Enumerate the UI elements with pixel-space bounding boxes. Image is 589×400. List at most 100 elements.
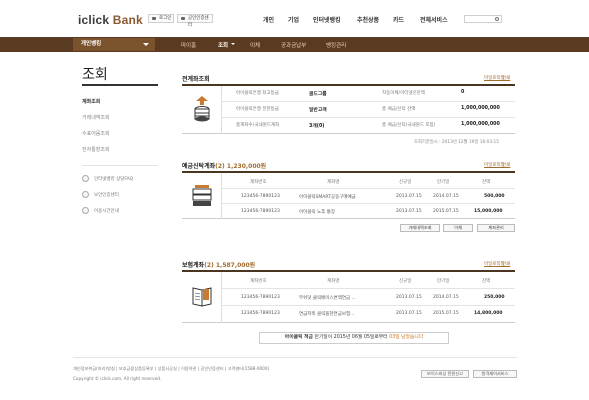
topnav-internet-banking[interactable]: 인터넷뱅킹 (313, 15, 341, 24)
insurance-amount: 1,587,000원 (215, 262, 256, 269)
deposit-print-link[interactable]: 인쇄 (502, 162, 510, 168)
login-button[interactable]: 로그인 (148, 14, 174, 23)
deposit-section-title: 예금신탁계좌(2) 1,230,000원 (182, 163, 267, 170)
remote-control-button[interactable]: 원격제어서비스 (473, 370, 517, 378)
notice-days: 03일 남았습니다 (389, 335, 424, 340)
menu-item-banking-mgmt[interactable]: 뱅킹관리 (326, 41, 346, 49)
insurance-row1-account[interactable]: 123456-7890123 (241, 295, 280, 300)
insurance-row1-open: 2013.07.15 (396, 295, 422, 300)
auto-transfer-label: 자동이체/이터넷신잔액 (382, 91, 425, 96)
banking-dropdown[interactable]: 개인뱅킹 (73, 38, 155, 51)
brand-part2: Bank (109, 13, 143, 27)
deposit-row1-maturity: 2014.07.15 (433, 194, 459, 199)
icon-cell (182, 272, 222, 323)
ins-col-header-balance: 잔액 (482, 279, 491, 284)
search-icon (495, 17, 499, 21)
deposit-amount: 1,230,000원 (226, 163, 267, 170)
chevron-down-icon (143, 43, 149, 46)
brand-logo[interactable]: iclick Bank (78, 13, 143, 27)
sidebar-item-ebook[interactable]: 전자통장조회 (82, 146, 110, 153)
deposit-row1-balance: 500,000 (484, 194, 505, 199)
col-header-maturity: 만기일 (437, 180, 450, 185)
search-input[interactable] (464, 15, 502, 23)
ins-col-header-account-name: 계좌명 (327, 279, 340, 284)
insurance-row2-maturity: 2015.07.15 (433, 311, 459, 316)
topnav-personal[interactable]: 개인 (263, 15, 274, 24)
faq-icon (82, 175, 89, 182)
document-stack-icon (192, 185, 212, 206)
insurance-row1-name[interactable]: 부쉬덧 클릭배이스변액연금 ... (299, 295, 356, 301)
grade-value: 일반고객 (309, 108, 327, 113)
total-balance-label: 총 예금/신탁 잔액 (382, 107, 416, 112)
topnav-card[interactable]: 카드 (393, 15, 404, 24)
icon-cell (182, 173, 222, 219)
deposit-row2-maturity: 2015.07.15 (433, 209, 459, 214)
deposit-count: (2) (215, 163, 225, 170)
timestamp: 조회기준일시 : 2013년 12월 19일 16:03:15 (414, 140, 500, 145)
tier-value: 골드그룹 (309, 92, 327, 97)
voice-phishing-report-button[interactable]: 보이스피싱 민원신고 (421, 370, 469, 378)
insurance-row2-name[interactable]: 연금저축 클릭플한연금보험... (299, 311, 354, 317)
sidebar-link-faq[interactable]: 인터넷뱅킹 상담FAQ (82, 175, 133, 182)
ins-col-header-open-date: 신규일 (399, 279, 412, 284)
insurance-count: (2) (204, 262, 214, 269)
sidebar-link-security[interactable]: 보안인증센터 (82, 191, 119, 198)
total-incl-value: 1,000,000,000 (461, 122, 500, 127)
insurance-row1-maturity: 2014.07.15 (433, 295, 459, 300)
total-incl-label: 총 예금/신탁(국내원드 포함) (382, 123, 436, 128)
topnav-recommended[interactable]: 추천상품 (357, 15, 379, 24)
transaction-history-button[interactable]: 거래내역조회 (400, 224, 440, 232)
tier-label: 아이클릭은행 최고등급 (236, 91, 279, 96)
deposit-row2-balance: 15,000,000 (474, 209, 503, 214)
sidebar-item-checks[interactable]: 수표어음조회 (82, 130, 110, 137)
menu-item-inquiry[interactable]: 조회 (218, 41, 228, 49)
col-header-account-name: 계좌명 (327, 180, 340, 185)
deposit-row2-name[interactable]: 아이클릭 노후 통장 (299, 209, 335, 215)
sidebar-divider-2 (82, 165, 158, 166)
footer-links[interactable]: 개인정보취급(처리)방침 | 보호금융상품등록부 | 상품시공실 | 이용약관 … (73, 366, 269, 372)
menu-item-myhome[interactable]: 마이홈 (181, 41, 196, 49)
row-divider (222, 101, 515, 102)
row-divider (222, 117, 515, 118)
col-header-account-no: 계좌번호 (250, 180, 267, 185)
menu-item-transfer[interactable]: 이체 (250, 41, 260, 49)
ins-col-header-account-no: 계좌번호 (250, 279, 267, 284)
insurance-row2-balance: 14,800,000 (474, 311, 503, 316)
sidebar-link-hours[interactable]: 이용시간안내 (82, 207, 119, 214)
topnav-all-services[interactable]: 전체서비스 (420, 15, 448, 24)
insurance-row2-account[interactable]: 123456-7890123 (241, 311, 280, 316)
row-divider (222, 203, 515, 204)
sidebar-item-accounts[interactable]: 계좌조회 (82, 98, 100, 105)
deposit-row2-account[interactable]: 123456-7890123 (241, 209, 280, 214)
insurance-row1-balance: 250,000 (484, 295, 505, 300)
row-divider (222, 305, 515, 306)
menu-item-bills[interactable]: 공과금납부 (281, 41, 306, 49)
lock-icon (152, 17, 156, 20)
deposit-row1-account[interactable]: 123456-7890123 (241, 194, 280, 199)
account-count-value: 3개(0) (309, 124, 325, 129)
row-divider (222, 288, 515, 289)
insurance-print-link[interactable]: 인쇄 (502, 261, 510, 267)
print-link[interactable]: 인쇄 (502, 75, 510, 81)
account-count-label: 총계좌수(국내원드계좌 (236, 123, 280, 128)
col-header-open-date: 신규일 (399, 180, 412, 185)
brand-part1: iclick (78, 13, 110, 27)
sidebar-item-history[interactable]: 거래내역조회 (82, 114, 110, 121)
total-balance-value: 1,000,000,000 (461, 106, 500, 111)
all-accounts-title: 전계좌조회 (182, 76, 210, 83)
insurance-row2-open: 2013.07.15 (396, 311, 422, 316)
key-icon (181, 17, 185, 20)
clock-icon (82, 207, 89, 214)
cert-center-button[interactable]: 공인인증센터 (177, 14, 213, 28)
topnav-business[interactable]: 기업 (288, 15, 299, 24)
sidebar-title: 조회 (82, 66, 108, 82)
account-manage-button[interactable]: 계좌관리 (477, 224, 515, 232)
auto-transfer-value: 0 (461, 90, 465, 95)
book-icon (192, 287, 212, 307)
sidebar-divider (82, 84, 158, 86)
ins-col-header-maturity: 만기일 (437, 279, 450, 284)
deposit-row1-name[interactable]: 아이클릭SMART공동구매예금 (299, 194, 356, 200)
grade-label: 아이클릭은행 분한등급 (236, 107, 279, 112)
notice-product: 아이클릭 적금 (284, 335, 313, 340)
transfer-button[interactable]: 이체 (443, 224, 473, 232)
